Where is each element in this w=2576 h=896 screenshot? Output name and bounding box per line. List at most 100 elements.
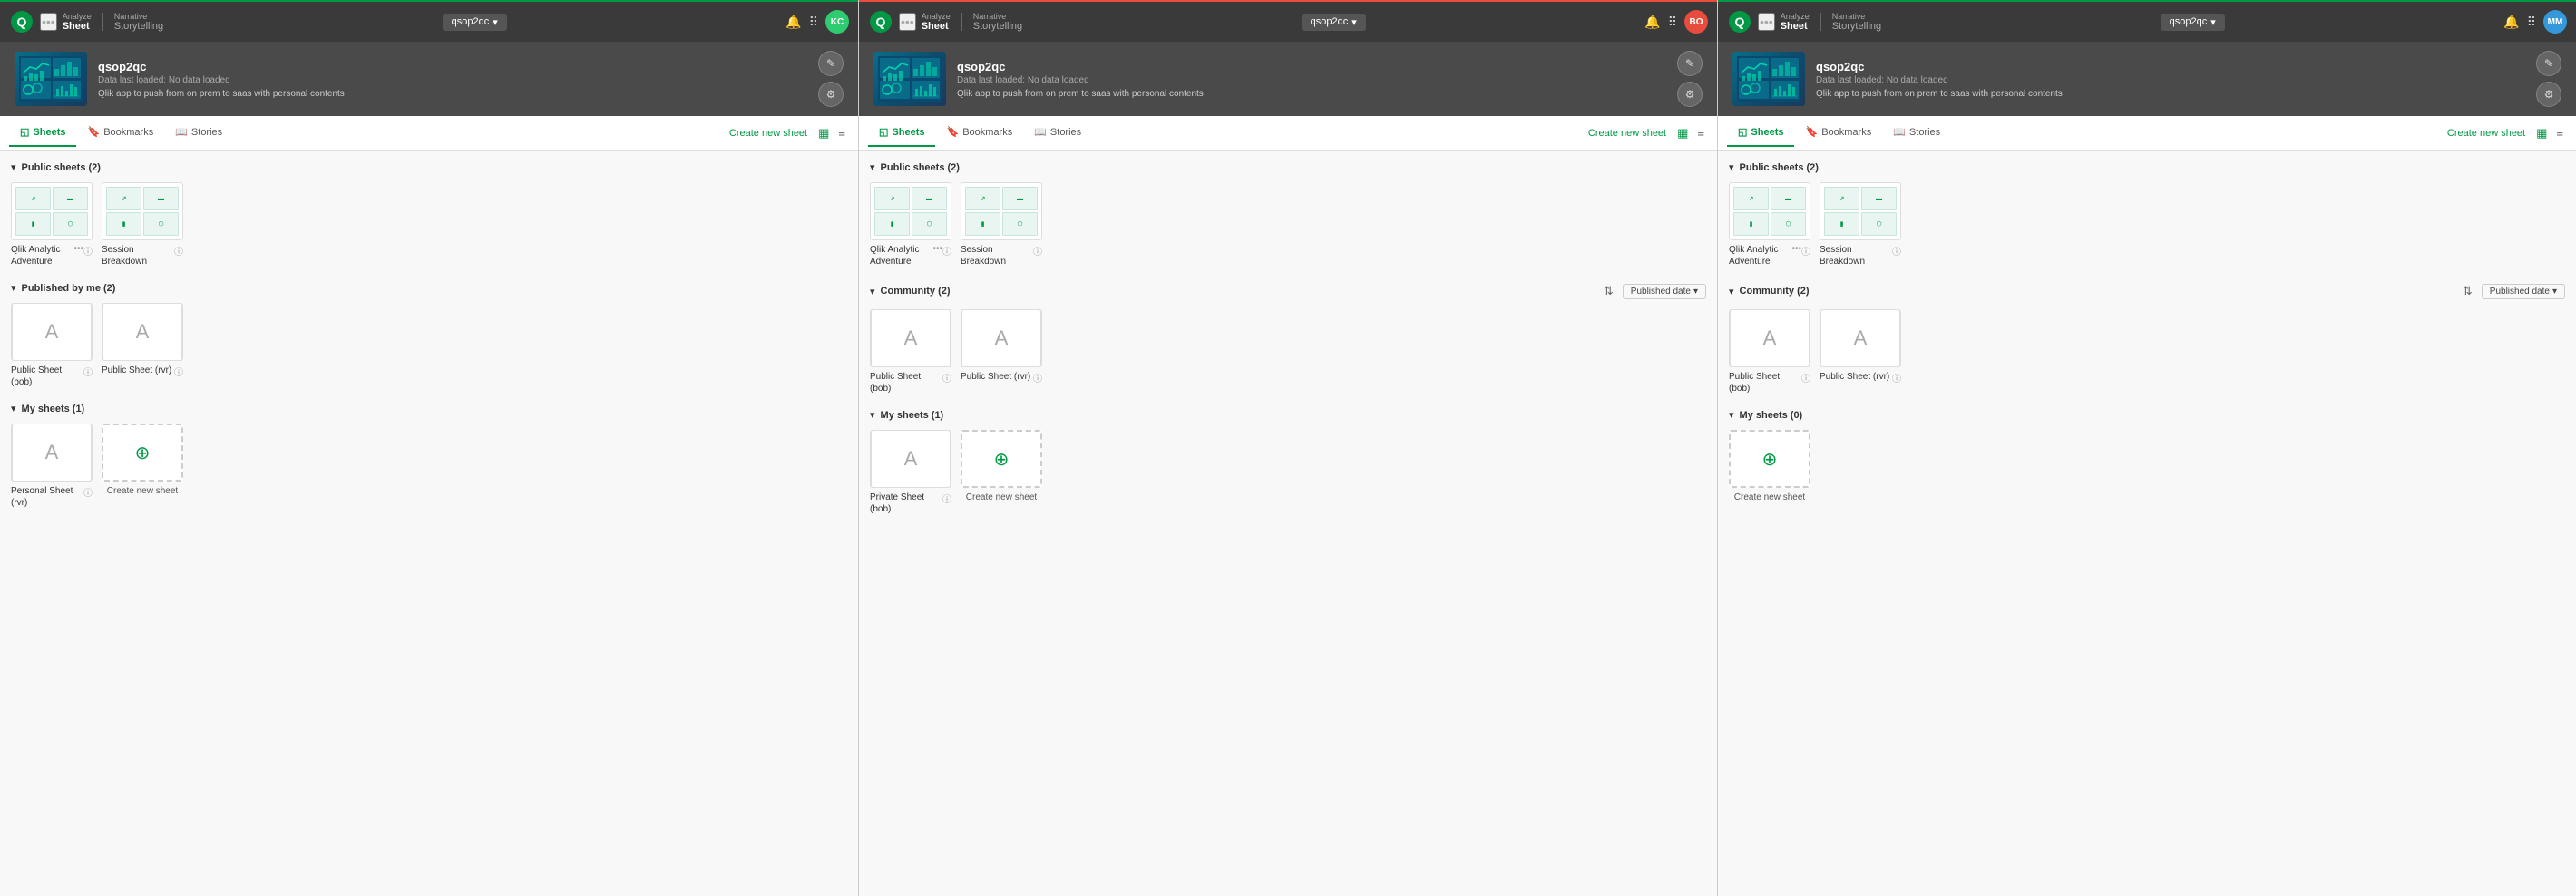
sheet-card[interactable]: APublic Sheet (bob)ⓘ	[870, 309, 951, 394]
app-info-bar: qsop2qcData last loaded: No data loadedQ…	[1718, 42, 2576, 116]
sheet-card[interactable]: ↗▬▮⬡Qlik Analytic Adventure•••ⓘ	[1729, 182, 1810, 268]
create-new-sheet-button[interactable]: Create new sheet	[1588, 128, 1666, 139]
sheet-card[interactable]: APublic Sheet (bob)ⓘ	[1729, 309, 1810, 394]
content-area: ▾Public sheets (2)↗▬▮⬡Qlik Analytic Adve…	[1718, 151, 2576, 896]
sheet-info-button[interactable]: ⓘ	[83, 244, 93, 258]
sheet-name: Public Sheet (rvr)	[102, 365, 174, 376]
grid-view-button[interactable]: ▦	[2532, 124, 2551, 142]
tab-bookmarks[interactable]: 🔖Bookmarks	[76, 119, 164, 147]
tab-sheets[interactable]: ◱Sheets	[9, 119, 76, 147]
app-name: qsop2qc	[957, 60, 1666, 73]
chevron-down-icon: ▾	[1693, 287, 1698, 297]
sheet-card[interactable]: APrivate Sheet (bob)ⓘ	[870, 430, 951, 515]
sheet-info-button[interactable]: ⓘ	[1033, 371, 1042, 385]
user-avatar[interactable]: MM	[2543, 10, 2567, 34]
sheet-card[interactable]: APublic Sheet (rvr)ⓘ	[1820, 309, 1901, 394]
list-view-button[interactable]: ≡	[2552, 124, 2567, 142]
section-toggle-button[interactable]: ▾	[1729, 286, 1734, 297]
notifications-button[interactable]: 🔔	[2503, 15, 2519, 30]
stories-icon: 📖	[1893, 126, 1906, 138]
grid-view-button[interactable]: ▦	[815, 124, 833, 142]
edit-app-button[interactable]: ✎	[2536, 51, 2561, 76]
sheet-info-button[interactable]: ⓘ	[942, 244, 951, 258]
sort-dropdown-button[interactable]: Published date ▾	[2482, 284, 2565, 299]
apps-grid-button[interactable]: ⠿	[2527, 15, 2536, 30]
sheet-card[interactable]: ↗▬▮⬡Qlik Analytic Adventure•••ⓘ	[870, 182, 951, 268]
list-view-button[interactable]: ≡	[834, 124, 849, 142]
header-more-button[interactable]: •••	[1758, 13, 1775, 31]
tab-bookmarks[interactable]: 🔖Bookmarks	[1794, 119, 1882, 147]
create-new-sheet-button[interactable]: Create new sheet	[2447, 128, 2525, 139]
sheet-more-button[interactable]: •••	[932, 244, 942, 254]
sheet-info-button[interactable]: ⓘ	[83, 365, 93, 378]
section-toggle-button[interactable]: ▾	[870, 409, 875, 421]
sheet-grid: APublic Sheet (bob)ⓘAPublic Sheet (rvr)ⓘ	[11, 303, 847, 388]
sheet-thumbnail: A	[102, 303, 183, 361]
tenant-selector[interactable]: qsop2qc▾	[2161, 14, 2225, 31]
user-avatar[interactable]: BO	[1684, 10, 1708, 34]
app-header: Q•••AnalyzeSheetNarrativeStorytellingqso…	[0, 2, 858, 42]
section-toggle-button[interactable]: ▾	[11, 282, 16, 294]
edit-app-button[interactable]: ✎	[818, 51, 844, 76]
tenant-selector[interactable]: qsop2qc▾	[1302, 14, 1366, 31]
sheet-card[interactable]: ↗▬▮⬡Qlik Analytic Adventure•••ⓘ	[11, 182, 93, 268]
create-sheet-card[interactable]: ⊕Create new sheet	[1729, 430, 1810, 503]
sheet-info-button[interactable]: ⓘ	[1033, 244, 1042, 258]
app-settings-button[interactable]: ⚙	[818, 82, 844, 107]
sheet-card[interactable]: APublic Sheet (bob)ⓘ	[11, 303, 93, 388]
stories-icon: 📖	[1034, 126, 1047, 138]
section-toggle-button[interactable]: ▾	[1729, 161, 1734, 173]
user-avatar[interactable]: KC	[825, 10, 849, 34]
section-toggle-button[interactable]: ▾	[11, 403, 16, 414]
section-toggle-button[interactable]: ▾	[1729, 409, 1734, 421]
sheet-info-button[interactable]: ⓘ	[942, 492, 951, 505]
sheet-more-button[interactable]: •••	[1791, 244, 1801, 254]
tab-stories[interactable]: 📖Stories	[1023, 119, 1092, 147]
sheet-info-button[interactable]: ⓘ	[83, 485, 93, 499]
sheet-card[interactable]: APersonal Sheet (rvr)ⓘ	[11, 424, 93, 509]
tab-stories[interactable]: 📖Stories	[164, 119, 233, 147]
create-sheet-card[interactable]: ⊕Create new sheet	[102, 424, 183, 509]
list-view-button[interactable]: ≡	[1693, 124, 1708, 142]
tab-stories[interactable]: 📖Stories	[1882, 119, 1951, 147]
sheet-info-button[interactable]: ⓘ	[174, 365, 183, 378]
tab-sheets[interactable]: ◱Sheets	[1727, 119, 1794, 147]
apps-grid-button[interactable]: ⠿	[809, 15, 818, 30]
edit-app-button[interactable]: ✎	[1677, 51, 1703, 76]
create-sheet-card[interactable]: ⊕Create new sheet	[961, 430, 1042, 515]
section-toggle-button[interactable]: ▾	[11, 161, 16, 173]
sheet-card[interactable]: ↗▬▮⬡Session Breakdownⓘ	[1820, 182, 1901, 268]
sheet-info-button[interactable]: ⓘ	[174, 244, 183, 258]
sheet-info-button[interactable]: ⓘ	[1892, 244, 1901, 258]
sheet-card[interactable]: APublic Sheet (rvr)ⓘ	[961, 309, 1042, 394]
sort-list-button[interactable]: ⇅	[1600, 282, 1617, 300]
sheet-card[interactable]: ↗▬▮⬡Session Breakdownⓘ	[102, 182, 183, 268]
sort-dropdown-button[interactable]: Published date ▾	[1623, 284, 1706, 299]
sheet-thumbnail: A	[11, 424, 93, 482]
header-more-button[interactable]: •••	[899, 13, 916, 31]
notifications-button[interactable]: 🔔	[785, 15, 801, 30]
section-toggle-button[interactable]: ▾	[870, 161, 875, 173]
create-sheet-thumbnail: ⊕	[1729, 430, 1810, 488]
sheet-card[interactable]: A Public Sheet (rvr)ⓘ	[102, 303, 183, 388]
tab-sheets[interactable]: ◱Sheets	[868, 119, 935, 147]
apps-grid-button[interactable]: ⠿	[1668, 15, 1677, 30]
create-new-sheet-button[interactable]: Create new sheet	[729, 128, 807, 139]
sort-list-button[interactable]: ⇅	[2459, 282, 2476, 300]
section-header: ▾Published by me (2)	[11, 282, 847, 294]
sheet-info-button[interactable]: ⓘ	[1892, 371, 1901, 385]
sheet-info-button[interactable]: ⓘ	[942, 371, 951, 385]
app-settings-button[interactable]: ⚙	[1677, 82, 1703, 107]
notifications-button[interactable]: 🔔	[1644, 15, 1660, 30]
sheet-grid: APublic Sheet (bob)ⓘAPublic Sheet (rvr)ⓘ	[870, 309, 1706, 394]
header-more-button[interactable]: •••	[40, 13, 57, 31]
tab-bookmarks[interactable]: 🔖Bookmarks	[935, 119, 1023, 147]
app-settings-button[interactable]: ⚙	[2536, 82, 2561, 107]
grid-view-button[interactable]: ▦	[1673, 124, 1692, 142]
tenant-selector[interactable]: qsop2qc▾	[443, 14, 507, 31]
sheet-info-button[interactable]: ⓘ	[1801, 244, 1810, 258]
sheet-more-button[interactable]: •••	[73, 244, 83, 254]
section-toggle-button[interactable]: ▾	[870, 286, 875, 297]
sheet-info-button[interactable]: ⓘ	[1801, 371, 1810, 385]
sheet-card[interactable]: ↗▬▮⬡Session Breakdownⓘ	[961, 182, 1042, 268]
